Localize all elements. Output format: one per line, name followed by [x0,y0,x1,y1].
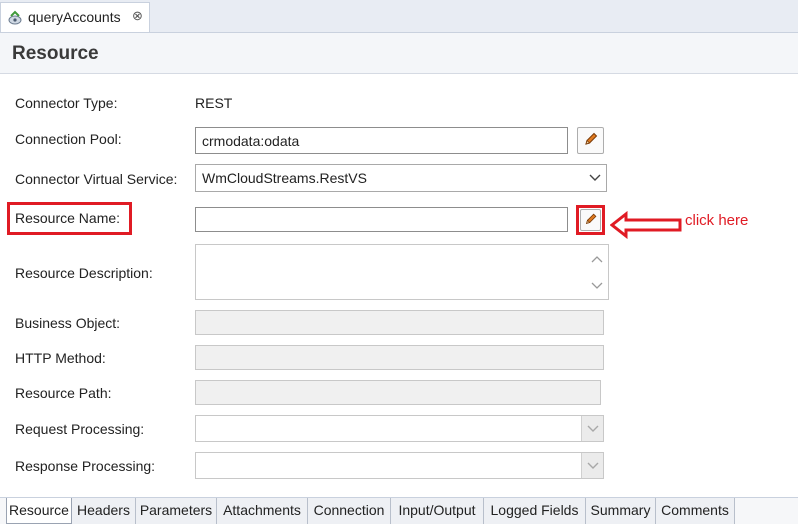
description-scrollbar[interactable] [586,245,608,299]
chevron-down-icon [581,416,603,441]
section-header: Resource [0,33,798,74]
editor-tab-queryaccounts[interactable]: queryAccounts ⊗ [0,2,150,32]
chevron-down-icon[interactable] [584,165,606,191]
service-icon [7,10,23,29]
editor-tab-label: queryAccounts [28,9,121,25]
http-method-field [195,345,604,370]
resource-name-label: Resource Name: [15,210,121,226]
tab-logged-fields[interactable]: Logged Fields [484,498,586,524]
request-processing-label: Request Processing: [15,421,145,437]
section-title: Resource [12,43,99,64]
editor-tab-strip: queryAccounts ⊗ [0,0,798,33]
resource-name-field[interactable] [195,207,568,232]
bottom-tab-bar: Resource Headers Parameters Attachments … [0,497,798,524]
connection-pool-field[interactable]: crmodata:odata [195,127,568,154]
connection-pool-label: Connection Pool: [15,131,122,147]
tab-headers[interactable]: Headers [72,498,136,524]
business-object-field [195,310,604,335]
tab-resource[interactable]: Resource [6,498,72,524]
response-processing-select [195,452,604,479]
chevron-down-icon[interactable] [591,277,603,293]
http-method-label: HTTP Method: [15,350,106,366]
resource-description-textarea[interactable] [195,244,609,300]
connector-virtual-service-label: Connector Virtual Service: [15,171,178,187]
connector-virtual-service-value: WmCloudStreams.RestVS [202,170,367,186]
chevron-up-icon[interactable] [591,250,603,266]
connector-virtual-service-select[interactable]: WmCloudStreams.RestVS [195,164,607,192]
tab-attachments[interactable]: Attachments [217,498,308,524]
connector-type-value: REST [195,95,233,111]
tab-summary[interactable]: Summary [586,498,656,524]
tab-input-output[interactable]: Input/Output [391,498,484,524]
left-arrow-icon [610,211,682,239]
tab-comments[interactable]: Comments [656,498,735,524]
edit-resource-name-button[interactable] [580,209,601,231]
click-here-annotation: click here [685,212,749,229]
resource-path-field [195,380,601,405]
edit-connection-pool-button[interactable] [577,127,604,154]
pencil-icon [584,212,598,229]
resource-path-label: Resource Path: [15,385,112,401]
chevron-down-icon [581,453,603,478]
close-icon[interactable]: ⊗ [132,8,143,24]
business-object-label: Business Object: [15,315,121,331]
tab-parameters[interactable]: Parameters [136,498,217,524]
connector-type-label: Connector Type: [15,95,118,111]
resource-description-label: Resource Description: [15,265,153,281]
pencil-icon [583,131,599,150]
tab-connection[interactable]: Connection [308,498,391,524]
request-processing-select [195,415,604,442]
connection-pool-value: crmodata:odata [202,133,300,149]
response-processing-label: Response Processing: [15,458,156,474]
